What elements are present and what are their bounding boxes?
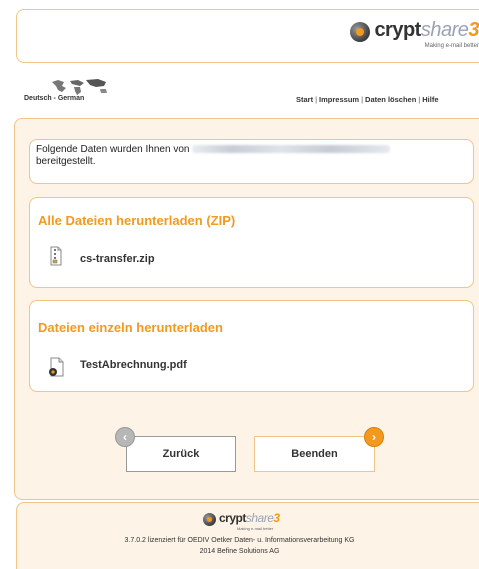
top-navigation: Start | Impressum | Daten löschen | Hilfe [296,95,439,104]
message-text: Folgende Daten wurden Ihnen von bereitge… [36,144,391,168]
logo-version: 3 [468,19,479,41]
arrow-right-icon[interactable]: › [364,427,384,447]
single-section-title: Dateien einzeln herunterladen [38,320,223,335]
nav-daten-loeschen[interactable]: Daten löschen [365,95,416,104]
pdf-file-link[interactable]: TestAbrechnung.pdf [80,359,187,371]
arrow-left-icon[interactable]: ‹ [115,427,135,447]
footer-logo-version: 3 [273,511,280,525]
logo-share: share [420,19,469,41]
footer-copyright: 2014 Befine Solutions AG [199,548,280,555]
finish-button[interactable]: Beenden [254,436,375,472]
cryptshare-logo-icon [350,22,371,42]
nav-hilfe[interactable]: Hilfe [422,95,438,104]
message-text-after: bereitgestellt. [36,156,96,167]
zip-file-icon[interactable] [50,246,62,266]
world-map-icon[interactable] [50,78,112,96]
back-button[interactable]: Zurück [126,436,236,472]
footer-logo-brand: crypt [219,511,246,525]
sender-email-redacted [192,145,391,154]
logo-tagline: Making e-mail better [424,43,479,49]
footer-logo-tagline: Making e-mail better [237,526,274,531]
nav-impressum[interactable]: Impressum [319,95,359,104]
zip-file-link[interactable]: cs-transfer.zip [80,253,155,265]
message-text-before: Folgende Daten wurden Ihnen von [36,144,190,155]
footer-license: 3.7.0.2 lizenziert für OEDIV Oetker Date… [124,537,355,544]
footer-logo: cryptshare3 [203,512,280,526]
finish-button-label: Beenden [291,448,338,460]
zip-download-section [29,197,474,288]
footer-logo-share: share [245,511,274,525]
language-selector[interactable]: Deutsch - German [24,95,84,102]
single-download-section [29,300,474,392]
logo-brand: crypt [374,19,421,41]
pdf-file-icon[interactable] [48,357,64,377]
cryptshare-logo: cryptshare3 [350,20,479,42]
nav-start[interactable]: Start [296,95,313,104]
zip-section-title[interactable]: Alle Dateien herunterladen (ZIP) [38,213,235,228]
footer-logo-icon [203,513,216,526]
back-button-label: Zurück [162,448,200,460]
